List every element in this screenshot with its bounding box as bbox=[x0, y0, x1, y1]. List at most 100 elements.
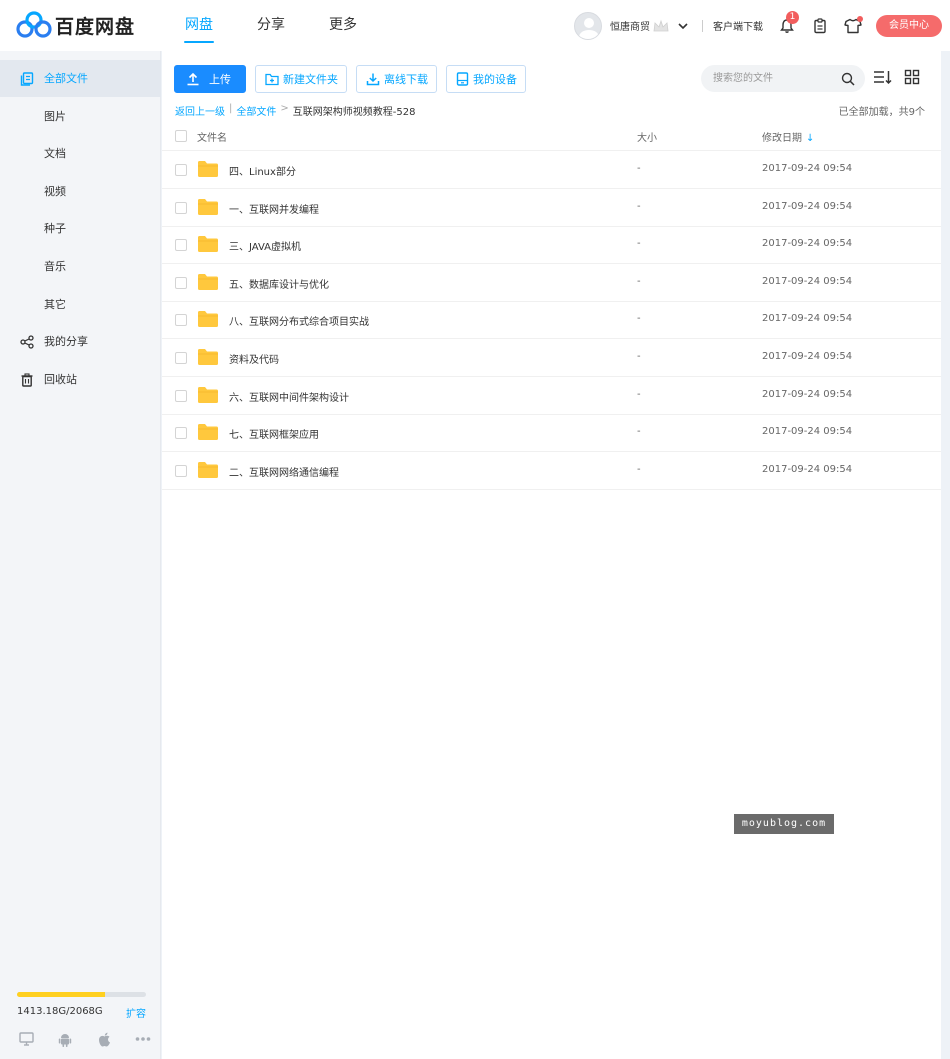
sidebar: 全部文件 图片 文档 视频 种子 音乐 其它 我的分享 回收站 1413.18G… bbox=[0, 51, 161, 1059]
tasks-button[interactable] bbox=[810, 16, 830, 36]
sidebar-item-label: 其它 bbox=[44, 298, 66, 311]
file-size: - bbox=[637, 163, 641, 174]
sort-down-icon: ↓ bbox=[806, 133, 815, 144]
column-header-size[interactable]: 大小 bbox=[637, 129, 657, 144]
sidebar-item-label: 种子 bbox=[44, 222, 66, 235]
table-row[interactable]: 一、互联网并发编程 - 2017-09-24 09:54 bbox=[162, 189, 941, 227]
file-name[interactable]: 三、JAVA虚拟机 bbox=[229, 238, 301, 253]
sidebar-item-music[interactable]: 音乐 bbox=[0, 248, 161, 285]
row-checkbox[interactable] bbox=[175, 239, 187, 252]
sidebar-item-torrents[interactable]: 种子 bbox=[0, 210, 161, 247]
cloud-logo-icon bbox=[16, 11, 52, 38]
column-header-date[interactable]: 修改日期 ↓ bbox=[762, 129, 814, 144]
more-dots-icon bbox=[135, 1037, 151, 1041]
main-content: 上传 新建文件夹 离线下载 我的设备 搜索您的文件 返回上一级 | 全部文件 >… bbox=[162, 51, 941, 1059]
vip-center-button[interactable]: 会员中心 bbox=[876, 14, 942, 37]
file-date: 2017-09-24 09:54 bbox=[762, 163, 853, 174]
row-checkbox[interactable] bbox=[175, 314, 187, 327]
table-row[interactable]: 五、数据库设计与优化 - 2017-09-24 09:54 bbox=[162, 264, 941, 302]
download-icon bbox=[366, 73, 380, 86]
ios-client-button[interactable] bbox=[96, 1031, 112, 1047]
android-client-button[interactable] bbox=[57, 1031, 73, 1047]
row-checkbox[interactable] bbox=[175, 201, 187, 214]
file-date: 2017-09-24 09:54 bbox=[762, 238, 853, 250]
toolbar: 上传 新建文件夹 离线下载 我的设备 bbox=[174, 65, 535, 93]
desktop-icon bbox=[18, 1032, 34, 1046]
search-box bbox=[701, 65, 865, 92]
breadcrumb-root-link[interactable]: 全部文件 bbox=[236, 103, 276, 118]
file-date: 2017-09-24 09:54 bbox=[762, 351, 853, 362]
folder-icon bbox=[198, 273, 218, 290]
search-input[interactable] bbox=[713, 71, 833, 86]
table-row[interactable]: 四、Linux部分 - 2017-09-24 09:54 bbox=[162, 151, 941, 189]
file-size: - bbox=[637, 313, 641, 325]
table-row[interactable]: 八、互联网分布式综合项目实战 - 2017-09-24 09:54 bbox=[162, 301, 941, 340]
sidebar-item-videos[interactable]: 视频 bbox=[0, 173, 161, 210]
more-clients-button[interactable] bbox=[135, 1031, 151, 1047]
upload-label: 上传 bbox=[209, 73, 231, 86]
my-devices-button[interactable]: 我的设备 bbox=[446, 65, 526, 93]
row-checkbox[interactable] bbox=[175, 427, 187, 440]
file-name[interactable]: 五、数据库设计与优化 bbox=[229, 276, 329, 291]
file-name[interactable]: 一、互联网并发编程 bbox=[229, 201, 319, 216]
nav-netdisk[interactable]: 网盘 bbox=[170, 0, 228, 51]
sidebar-item-all-files[interactable]: 全部文件 bbox=[0, 60, 161, 97]
sidebar-item-documents[interactable]: 文档 bbox=[0, 135, 161, 172]
select-all-checkbox[interactable] bbox=[175, 130, 187, 142]
nav-more[interactable]: 更多 bbox=[314, 0, 372, 51]
notification-button[interactable]: 1 bbox=[777, 10, 799, 36]
chevron-down-icon[interactable] bbox=[678, 22, 688, 30]
nav-share[interactable]: 分享 bbox=[242, 0, 300, 51]
row-checkbox[interactable] bbox=[175, 464, 187, 477]
row-checkbox[interactable] bbox=[175, 352, 187, 364]
search-icon[interactable] bbox=[841, 72, 855, 86]
expand-storage-link[interactable]: 扩容 bbox=[126, 1005, 146, 1020]
file-name[interactable]: 八、互联网分布式综合项目实战 bbox=[229, 313, 369, 328]
file-size: - bbox=[637, 426, 641, 438]
desktop-client-button[interactable] bbox=[18, 1031, 34, 1047]
baidu-netdisk-logo[interactable]: 百度网盘 bbox=[16, 10, 135, 40]
file-name[interactable]: 二、互联网网络通信编程 bbox=[229, 464, 339, 479]
grid-view-icon[interactable] bbox=[904, 69, 920, 85]
load-status: 已全部加载，共9个 bbox=[838, 107, 925, 118]
avatar[interactable] bbox=[574, 11, 602, 40]
sidebar-item-images[interactable]: 图片 bbox=[0, 98, 161, 135]
new-folder-label: 新建文件夹 bbox=[283, 73, 338, 86]
file-date: 2017-09-24 09:54 bbox=[762, 313, 853, 325]
upload-icon bbox=[187, 72, 199, 86]
main-nav: 网盘 分享 更多 bbox=[170, 0, 386, 51]
row-checkbox[interactable] bbox=[175, 164, 187, 176]
trash-icon bbox=[21, 373, 33, 387]
sidebar-item-other[interactable]: 其它 bbox=[0, 286, 161, 323]
file-name[interactable]: 七、互联网框架应用 bbox=[229, 426, 319, 441]
apple-icon bbox=[98, 1032, 110, 1046]
upload-button[interactable]: 上传 bbox=[174, 65, 246, 93]
crown-icon bbox=[653, 19, 669, 31]
row-checkbox[interactable] bbox=[175, 276, 187, 289]
offline-download-button[interactable]: 离线下载 bbox=[356, 65, 437, 93]
notification-badge: 1 bbox=[786, 10, 799, 24]
sidebar-item-recycle-bin[interactable]: 回收站 bbox=[0, 361, 161, 398]
table-row[interactable]: 七、互联网框架应用 - 2017-09-24 09:54 bbox=[162, 414, 941, 453]
breadcrumb-back-link[interactable]: 返回上一级 bbox=[175, 103, 225, 118]
new-folder-button[interactable]: 新建文件夹 bbox=[255, 65, 347, 93]
share-icon bbox=[20, 335, 34, 349]
watermark: moyublog.com bbox=[734, 814, 834, 834]
skin-button[interactable] bbox=[843, 15, 863, 36]
table-row[interactable]: 三、JAVA虚拟机 - 2017-09-24 09:54 bbox=[162, 226, 941, 265]
row-checkbox[interactable] bbox=[175, 389, 187, 402]
folder-icon bbox=[198, 161, 218, 177]
device-icon bbox=[456, 72, 469, 86]
table-row[interactable]: 六、互联网中间件架构设计 - 2017-09-24 09:54 bbox=[162, 377, 941, 415]
sort-list-icon[interactable] bbox=[873, 69, 893, 85]
file-name[interactable]: 六、互联网中间件架构设计 bbox=[229, 389, 349, 404]
username[interactable]: 恒唐商贸 bbox=[610, 18, 650, 33]
file-date: 2017-09-24 09:54 bbox=[762, 388, 853, 400]
sidebar-item-my-share[interactable]: 我的分享 bbox=[0, 323, 161, 360]
column-header-name[interactable]: 文件名 bbox=[197, 129, 227, 144]
client-download-link[interactable]: 客户端下载 bbox=[713, 18, 763, 33]
table-row[interactable]: 资料及代码 - 2017-09-24 09:54 bbox=[162, 339, 941, 377]
table-row[interactable]: 二、互联网网络通信编程 - 2017-09-24 09:54 bbox=[162, 452, 941, 490]
file-name[interactable]: 资料及代码 bbox=[229, 351, 279, 366]
file-name[interactable]: 四、Linux部分 bbox=[229, 163, 296, 178]
